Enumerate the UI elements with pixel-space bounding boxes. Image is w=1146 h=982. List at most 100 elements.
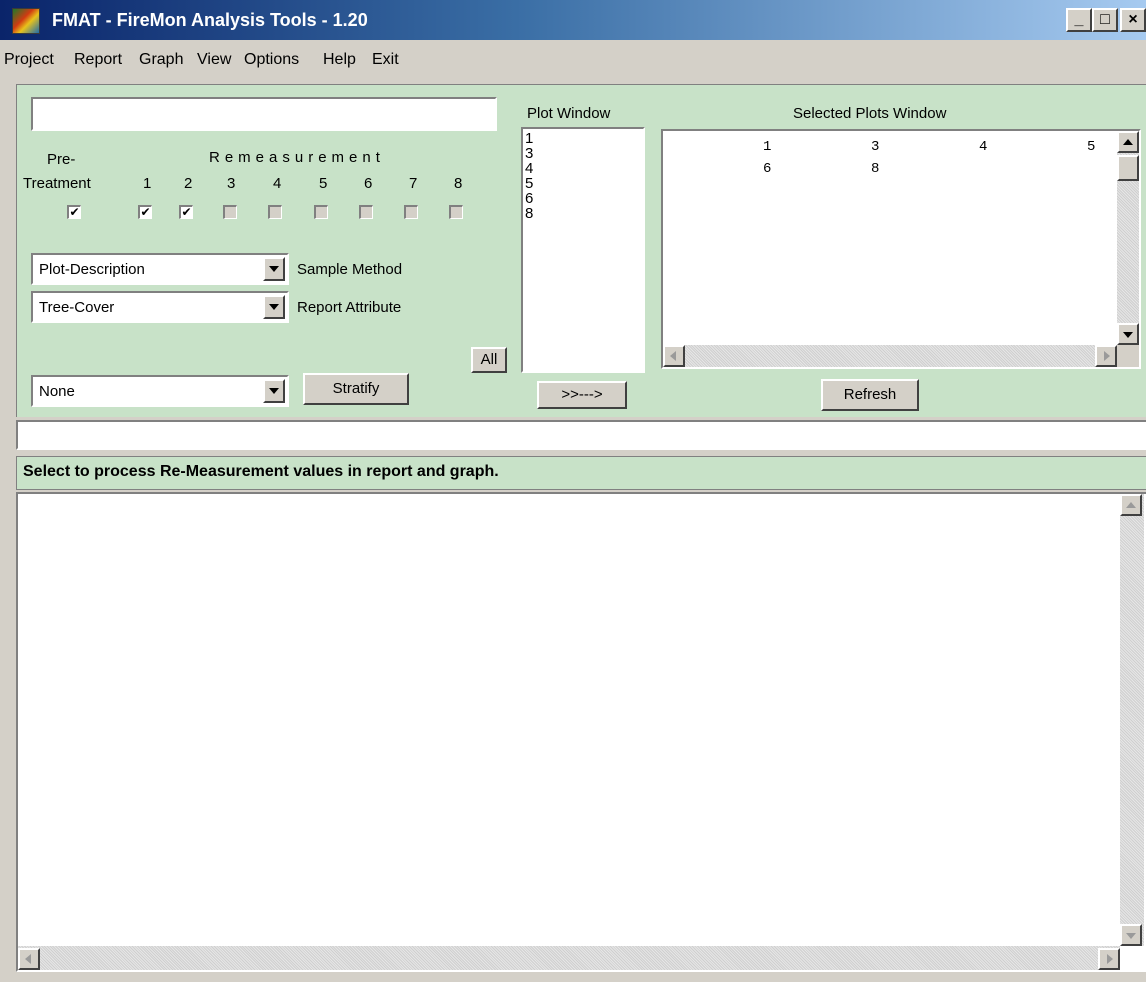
menu-bar: Project Report Graph View Options Help E… — [0, 40, 1146, 80]
message-field[interactable] — [16, 420, 1146, 450]
output-scroll-left-button[interactable] — [18, 948, 40, 970]
menu-exit[interactable]: Exit — [372, 51, 399, 69]
remeasurement-number: 2 — [184, 175, 193, 192]
report-attribute-select[interactable]: Tree-Cover — [31, 291, 289, 323]
plot-list-item[interactable]: 8 — [525, 206, 533, 221]
sample-method-value: Plot-Description — [39, 261, 145, 278]
report-attribute-dropdown-button[interactable] — [263, 295, 285, 319]
scroll-right-icon — [1107, 954, 1113, 964]
remeasurement-4-checkbox[interactable] — [268, 205, 282, 219]
checkmark-icon: ✔ — [181, 205, 192, 219]
scroll-left-icon — [25, 954, 31, 964]
pre-label: Pre- — [47, 151, 76, 168]
remeasurement-number: 8 — [454, 175, 463, 192]
selected-plot-cell[interactable]: 4 — [979, 139, 987, 155]
remeasurement-number: 5 — [319, 175, 328, 192]
selected-plots-hscroll-track[interactable] — [663, 345, 1117, 367]
vscroll-thumb[interactable] — [1117, 155, 1139, 181]
title-bar[interactable]: FMAT - FireMon Analysis Tools - 1.20 _ □… — [0, 0, 1146, 40]
scroll-up-icon — [1126, 502, 1136, 508]
remeasurement-number: 1 — [143, 175, 152, 192]
remeasurement-number: 4 — [273, 175, 282, 192]
remeasurement-5-checkbox[interactable] — [314, 205, 328, 219]
scroll-right-icon — [1104, 351, 1110, 361]
menu-report[interactable]: Report — [74, 51, 122, 69]
maximize-icon: □ — [1100, 11, 1110, 28]
selected-plot-cell[interactable]: 3 — [871, 139, 879, 155]
stratify-dropdown-button[interactable] — [263, 379, 285, 403]
scroll-corner — [1117, 345, 1139, 367]
selected-plot-cell[interactable]: 6 — [763, 161, 771, 177]
sample-method-dropdown-button[interactable] — [263, 257, 285, 281]
selected-plots-list[interactable]: 1 3 4 5 6 8 — [661, 129, 1141, 369]
remeasurement-6-checkbox[interactable] — [359, 205, 373, 219]
menu-options[interactable]: Options — [244, 51, 299, 69]
scroll-down-button[interactable] — [1117, 323, 1139, 345]
remeasurement-3-checkbox[interactable] — [223, 205, 237, 219]
output-scroll-up-button[interactable] — [1120, 494, 1142, 516]
selected-plot-cell[interactable]: 8 — [871, 161, 879, 177]
refresh-button[interactable]: Refresh — [821, 379, 919, 411]
chevron-down-icon — [269, 388, 279, 394]
checkmark-icon: ✔ — [69, 205, 80, 219]
plot-list-item[interactable]: 1 — [525, 131, 533, 146]
menu-graph[interactable]: Graph — [139, 51, 183, 69]
scroll-up-icon — [1123, 139, 1133, 145]
plot-window-list[interactable]: 1 3 4 5 6 8 — [521, 127, 645, 373]
status-text: Select to process Re-Measurement values … — [23, 463, 499, 480]
selected-plot-cell[interactable]: 5 — [1087, 139, 1095, 155]
menu-project[interactable]: Project — [4, 51, 54, 69]
output-scroll-right-button[interactable] — [1098, 948, 1120, 970]
menu-view[interactable]: View — [197, 51, 231, 69]
remeasurement-8-checkbox[interactable] — [449, 205, 463, 219]
output-text-area[interactable] — [16, 492, 1146, 972]
chevron-down-icon — [269, 266, 279, 272]
minimize-button[interactable]: _ — [1066, 8, 1092, 32]
scroll-up-button[interactable] — [1117, 131, 1139, 153]
scroll-down-icon — [1126, 933, 1136, 939]
remeasurement-number: 6 — [364, 175, 373, 192]
output-vscroll-track[interactable] — [1120, 494, 1144, 946]
stratify-value: None — [39, 383, 75, 400]
plot-list-item[interactable]: 5 — [525, 176, 533, 191]
remeasurement-number: 3 — [227, 175, 236, 192]
project-name-field[interactable] — [31, 97, 497, 131]
maximize-button[interactable]: □ — [1092, 8, 1118, 32]
output-hscroll-track[interactable] — [18, 946, 1120, 970]
status-bar: Select to process Re-Measurement values … — [16, 456, 1146, 490]
selected-plots-label: Selected Plots Window — [793, 105, 947, 122]
chevron-down-icon — [269, 304, 279, 310]
checkmark-icon: ✔ — [140, 205, 151, 219]
menu-help[interactable]: Help — [323, 51, 356, 69]
plot-list-item[interactable]: 3 — [525, 146, 533, 161]
fmat-window: FMAT - FireMon Analysis Tools - 1.20 _ □… — [0, 0, 1146, 982]
minimize-icon: _ — [1074, 11, 1084, 28]
plot-list-item[interactable]: 6 — [525, 191, 533, 206]
remeasurement-2-checkbox[interactable]: ✔ — [179, 205, 193, 219]
close-icon: × — [1128, 11, 1138, 28]
report-attribute-label: Report Attribute — [297, 299, 402, 316]
control-panel: Pre- Treatment Remeasurement 1 2 3 4 5 6… — [16, 84, 1146, 417]
plot-window-label: Plot Window — [527, 105, 611, 122]
treatment-label: Treatment — [23, 175, 91, 192]
scroll-left-button[interactable] — [663, 345, 685, 367]
report-attribute-value: Tree-Cover — [39, 299, 115, 316]
scroll-left-icon — [670, 351, 676, 361]
remeasurement-7-checkbox[interactable] — [404, 205, 418, 219]
select-all-button[interactable]: All — [471, 347, 507, 373]
remeasurement-1-checkbox[interactable]: ✔ — [138, 205, 152, 219]
app-icon — [12, 8, 40, 34]
remeasurement-number: 7 — [409, 175, 418, 192]
close-button[interactable]: × — [1120, 8, 1146, 32]
sample-method-select[interactable]: Plot-Description — [31, 253, 289, 285]
selected-plot-cell[interactable]: 1 — [763, 139, 771, 155]
sample-method-label: Sample Method — [297, 261, 403, 278]
plot-list-item[interactable]: 4 — [525, 161, 533, 176]
remeasurement-label: Remeasurement — [209, 149, 385, 166]
add-plots-button[interactable]: >>---> — [537, 381, 627, 409]
pre-treatment-checkbox[interactable]: ✔ — [67, 205, 81, 219]
output-scroll-down-button[interactable] — [1120, 924, 1142, 946]
stratify-button[interactable]: Stratify — [303, 373, 409, 405]
scroll-right-button[interactable] — [1095, 345, 1117, 367]
stratify-select[interactable]: None — [31, 375, 289, 407]
